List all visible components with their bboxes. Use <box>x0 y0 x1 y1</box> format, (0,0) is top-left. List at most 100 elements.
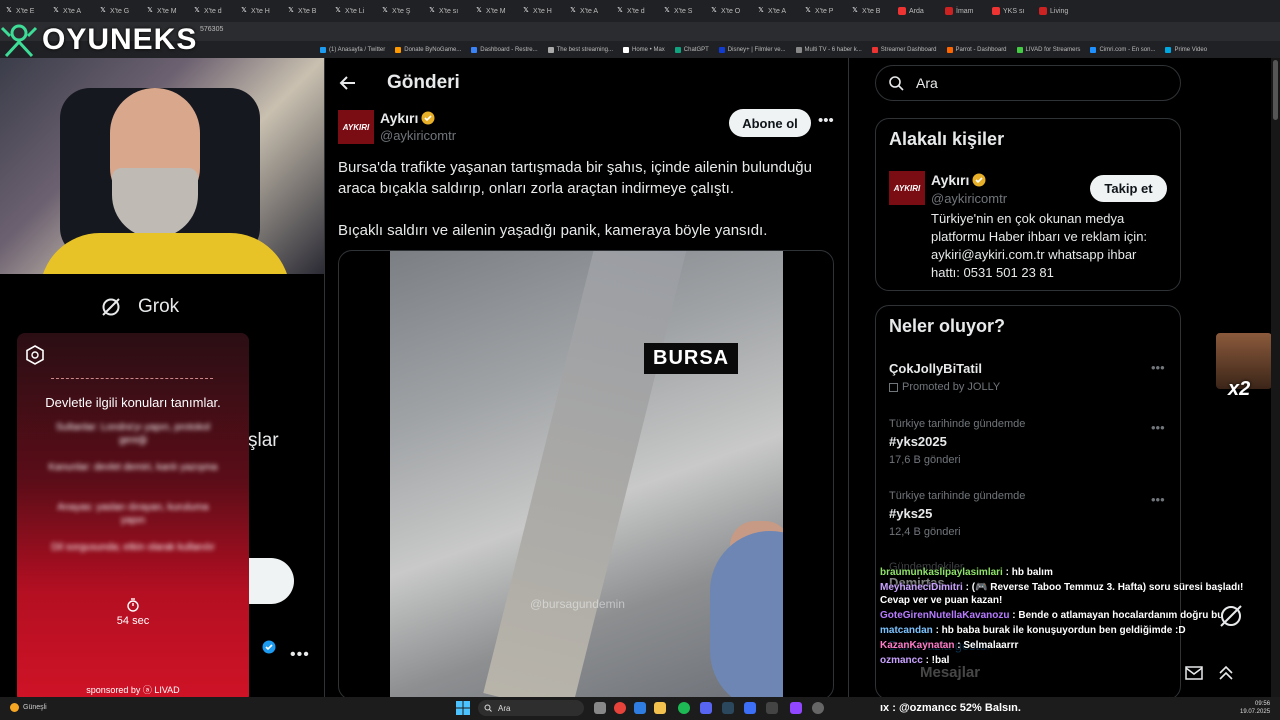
poll-option[interactable]: Kanunlar: devlet demiri, kanlı yazışma <box>47 461 219 474</box>
browser-tab[interactable]: 𝕏 X'te A <box>48 2 94 20</box>
browser-tab[interactable]: 𝕏 X'te d <box>189 2 235 20</box>
subscribe-button[interactable]: Abone ol <box>729 109 811 137</box>
bookmark-item[interactable]: LIVAD for Streamers <box>1016 46 1081 53</box>
obs-icon[interactable] <box>812 702 824 714</box>
poll-option[interactable]: Sultanlar: Londra'yı yapın, protokol ger… <box>47 421 219 447</box>
browser-tab[interactable]: 𝕏 X'te Li <box>330 2 376 20</box>
trend-more-icon[interactable]: ••• <box>1151 420 1165 435</box>
browser-tab[interactable]: 𝕏 X'te A <box>565 2 611 20</box>
x-logo-icon: 𝕏 <box>523 7 529 14</box>
browser-tab[interactable]: 𝕏 X'te S <box>659 2 705 20</box>
bookmark-item[interactable]: Dashboard - Restre... <box>471 46 538 53</box>
expand-up-icon[interactable] <box>1217 665 1235 681</box>
browser-tab[interactable]: 𝕏 X'te M <box>471 2 517 20</box>
steam-icon[interactable] <box>722 702 734 714</box>
post-text-paragraph-2: Bıçaklı saldırı ve ailenin yaşadığı pani… <box>338 222 768 239</box>
edge-icon[interactable] <box>634 702 646 714</box>
browser-tab-label: X'te H <box>251 7 270 15</box>
browser-tab[interactable]: Arda <box>894 2 940 20</box>
related-handle[interactable]: @aykiricomtr <box>931 191 1007 206</box>
search-icon <box>889 76 904 91</box>
weather-widget[interactable]: Güneşli <box>10 703 47 712</box>
app-icon[interactable] <box>766 702 778 714</box>
bookmark-item[interactable]: Home • Max <box>623 46 665 53</box>
bookmark-item[interactable]: ChatGPT <box>674 46 709 53</box>
account-menu-icon[interactable]: ••• <box>290 646 310 664</box>
browser-tab[interactable]: 𝕏 X'te B <box>283 2 329 20</box>
browser-tab[interactable]: 𝕏 X'te Ş <box>377 2 423 20</box>
bookmark-item[interactable]: Multi TV - 6 haber k... <box>795 46 862 53</box>
chat-text: : !bal <box>922 655 950 666</box>
system-clock[interactable]: 09:56 19.07.2025 <box>1240 700 1270 716</box>
related-name[interactable]: Aykırı <box>931 172 986 188</box>
chat-message: braumunkaslipaylasimlari : hb balım <box>880 566 1260 579</box>
trend-more-icon[interactable]: ••• <box>1151 492 1165 507</box>
page-scrollbar[interactable] <box>1271 58 1280 697</box>
trend-more-icon[interactable]: ••• <box>1151 360 1165 375</box>
bookmark-item[interactable]: Donate ByNoGame... <box>395 46 461 53</box>
messages-icon[interactable] <box>1185 665 1203 681</box>
browser-tab[interactable]: 𝕏 X'te E <box>1 2 47 20</box>
related-people-title: Alakalı kişiler <box>889 129 1005 149</box>
bookmark-favicon-icon <box>395 46 402 53</box>
bookmark-item[interactable]: Prime Video <box>1165 46 1207 53</box>
app-icon[interactable] <box>744 702 756 714</box>
chrome-icon[interactable] <box>614 702 626 714</box>
author-name[interactable]: Aykırı <box>380 110 435 126</box>
post-media[interactable]: BURSA @bursagundemin <box>338 250 834 700</box>
follow-button[interactable]: Takip et <box>1090 175 1167 202</box>
browser-tab[interactable]: 𝕏 X'te H <box>518 2 564 20</box>
gold-verified-icon <box>972 173 986 187</box>
scrollbar-thumb[interactable] <box>1273 60 1278 120</box>
trend-item[interactable]: Türkiye tarihinde gündemde #yks25 12,4 B… <box>889 490 1025 538</box>
browser-tab-label: X'te P <box>815 7 834 15</box>
bookmark-item[interactable]: Disney+ | Filmler ve... <box>718 46 786 53</box>
browser-tab[interactable]: 𝕏 X'te H <box>236 2 282 20</box>
browser-tab[interactable]: YKS sı <box>988 2 1034 20</box>
poll-option[interactable]: Anayas: yasları dırayan, kuruluma yapın <box>47 501 219 527</box>
author-handle[interactable]: @aykiricomtr <box>380 128 456 143</box>
browser-tab[interactable]: 𝕏 X'te d <box>612 2 658 20</box>
bookmark-label: LIVAD for Streamers <box>1025 46 1081 53</box>
browser-tab[interactable]: 𝕏 X'te P <box>800 2 846 20</box>
post-more-icon[interactable]: ••• <box>818 112 834 129</box>
bookmark-item[interactable]: Parrot - Dashboard <box>946 46 1007 53</box>
bookmark-item[interactable]: Streamer Dashboard <box>871 46 937 53</box>
browser-tab[interactable]: Living <box>1035 2 1081 20</box>
bookmark-item[interactable]: The best streaming... <box>547 46 613 53</box>
browser-tab[interactable]: 𝕏 X'te B <box>847 2 893 20</box>
oyuneks-logo-icon <box>0 24 38 58</box>
poll-option[interactable]: Dil sorgusunda; etkin olarak kullanılır <box>47 541 219 554</box>
nav-item-partial[interactable]: şlar <box>248 430 279 452</box>
bookmark-favicon-icon <box>674 46 681 53</box>
trend-item[interactable]: ÇokJollyBiTatil Promoted by JOLLY <box>889 361 1000 393</box>
author-avatar[interactable]: AYKIRI <box>338 110 374 144</box>
bookmark-label: Dashboard - Restre... <box>480 46 538 53</box>
nav-item-grok[interactable]: Grok <box>100 296 179 318</box>
spotify-icon[interactable] <box>678 702 690 714</box>
browser-tab[interactable]: 𝕏 X'te A <box>753 2 799 20</box>
trend-item[interactable]: Türkiye tarihinde gündemde #yks2025 17,6… <box>889 418 1025 466</box>
browser-tab[interactable]: 𝕏 X'te G <box>95 2 141 20</box>
explorer-icon[interactable] <box>654 702 666 714</box>
video-frame[interactable]: BURSA @bursagundemin <box>390 251 783 699</box>
twitch-icon[interactable] <box>790 702 802 714</box>
windows-start-icon[interactable] <box>456 701 470 715</box>
bookmark-favicon-icon <box>871 46 878 53</box>
browser-tab[interactable]: 𝕏 X'te O <box>706 2 752 20</box>
trends-title: Neler oluyor? <box>889 316 1006 336</box>
bookmark-item[interactable]: Cimri.com - En son... <box>1090 46 1156 53</box>
grok-fab-icon[interactable] <box>1218 603 1244 629</box>
taskbar-search[interactable]: Ara <box>478 700 584 716</box>
task-view-icon[interactable] <box>594 702 606 714</box>
search-input[interactable]: Ara <box>875 65 1181 101</box>
browser-tab[interactable]: 𝕏 X'te sı <box>424 2 470 20</box>
browser-tab[interactable]: İmam <box>941 2 987 20</box>
browser-tab[interactable]: 𝕏 X'te M <box>142 2 188 20</box>
discord-icon[interactable] <box>700 702 712 714</box>
bookmark-item[interactable]: (1) Anasayfa / Twitter <box>320 46 385 53</box>
weather-text: Güneşli <box>23 704 47 711</box>
related-avatar[interactable]: AYKIRI <box>889 171 925 205</box>
back-arrow-icon[interactable] <box>338 73 358 93</box>
bookmark-label: Cimri.com - En son... <box>1099 46 1156 53</box>
